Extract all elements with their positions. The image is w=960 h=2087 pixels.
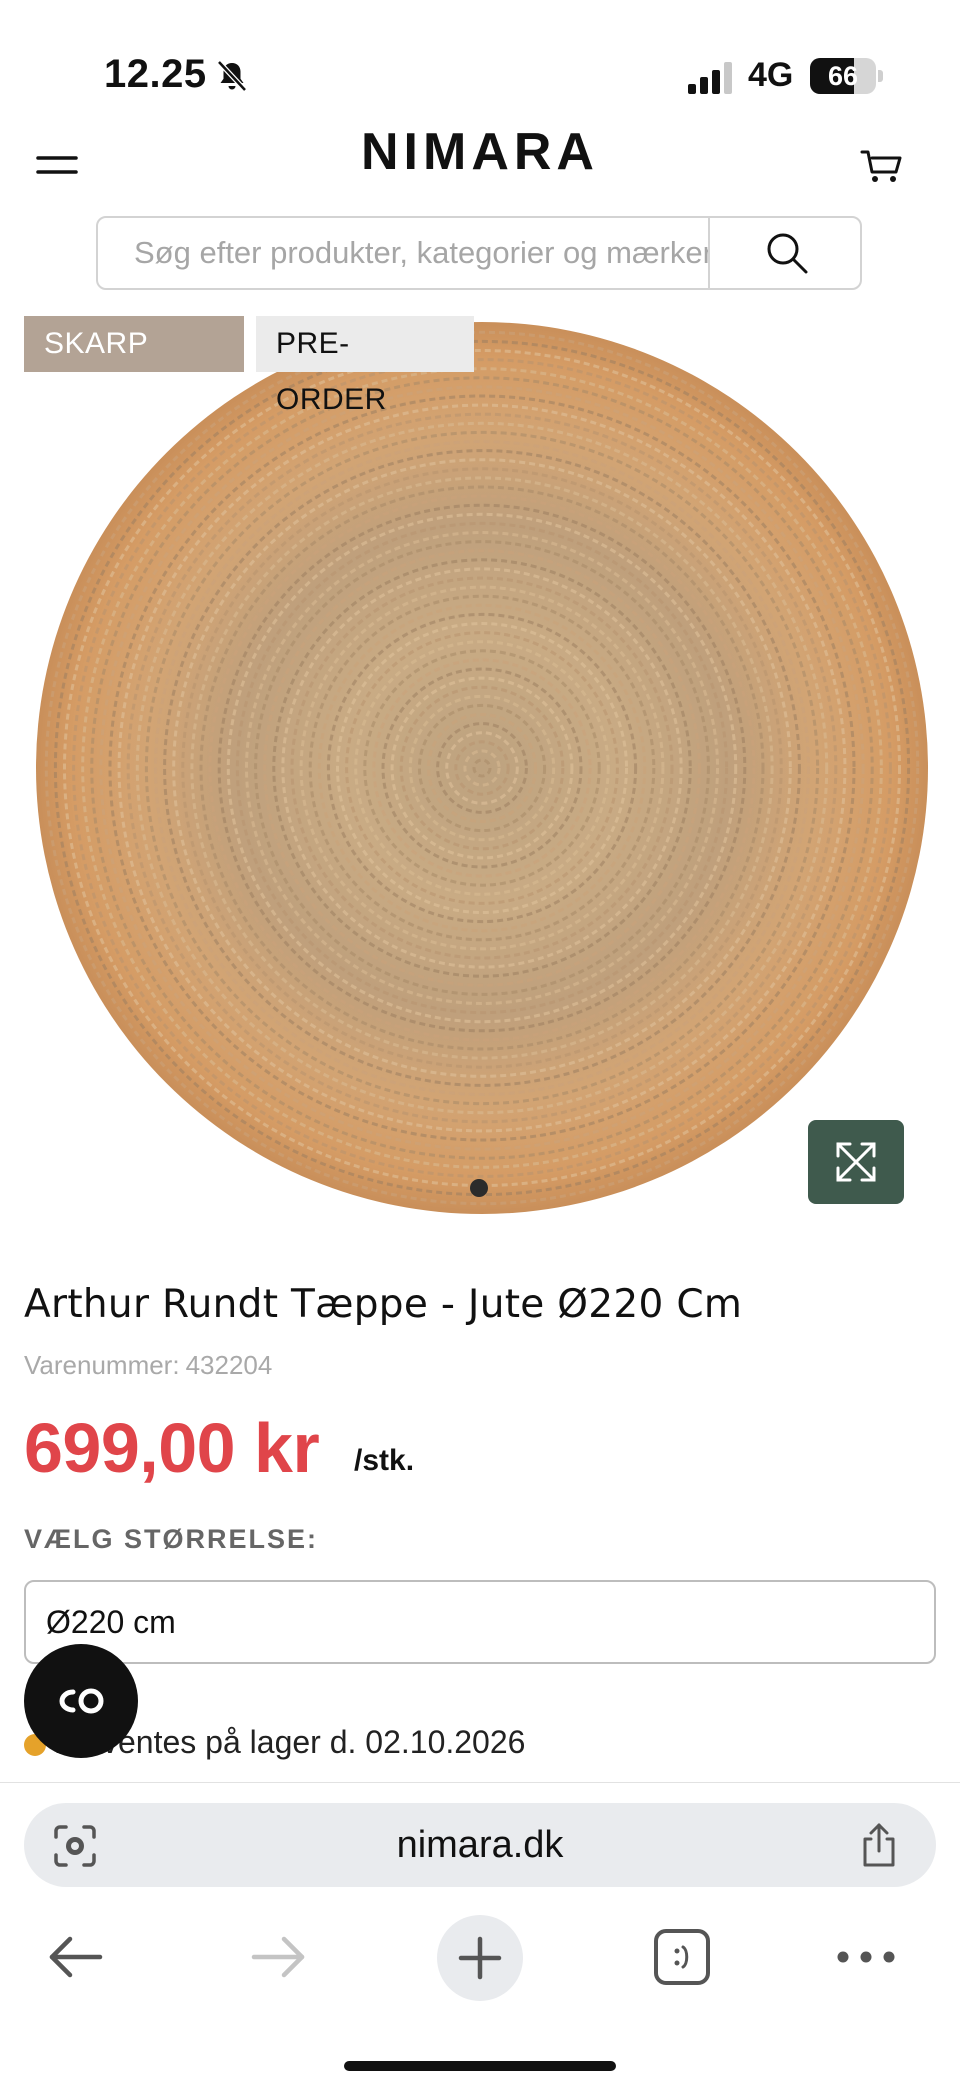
expand-icon bbox=[836, 1142, 876, 1182]
product-image-carousel[interactable] bbox=[0, 310, 960, 1230]
plus-icon bbox=[458, 1936, 502, 1980]
status-bar: 12.25 4G 66 bbox=[0, 0, 960, 120]
size-select[interactable]: Ø220 cm bbox=[24, 1580, 936, 1664]
product-image bbox=[36, 322, 928, 1214]
signal-icon bbox=[688, 62, 732, 94]
expand-image-button[interactable] bbox=[808, 1120, 904, 1204]
sharp-price-badge: SKARP PRIS bbox=[24, 316, 244, 416]
product-title: Arthur Rundt Tæppe - Jute Ø220 Cm bbox=[24, 1282, 743, 1327]
search-icon bbox=[767, 233, 808, 274]
battery-icon: 66 bbox=[810, 58, 876, 94]
status-time: 12.25 bbox=[104, 52, 207, 96]
sku-number: 432204 bbox=[185, 1350, 273, 1380]
battery-level: 66 bbox=[827, 61, 859, 91]
size-label: VÆLG STØRRELSE: bbox=[24, 1524, 319, 1554]
more-dots-icon bbox=[837, 1951, 895, 1963]
product-price: 699,00 kr bbox=[24, 1409, 320, 1487]
browser-toolbar: nimara.dk bbox=[0, 1782, 960, 2087]
carousel-dot-active[interactable] bbox=[470, 1179, 488, 1197]
logo-text: NIMARA bbox=[361, 132, 599, 180]
tabs-button[interactable] bbox=[632, 1907, 732, 2007]
chat-logo-icon bbox=[59, 1688, 104, 1714]
sku: Varenummer: 432204 bbox=[24, 1350, 272, 1381]
cart-icon[interactable] bbox=[860, 142, 904, 186]
battery-tip bbox=[878, 70, 883, 82]
forward-arrow-icon bbox=[251, 1936, 305, 1978]
new-tab-button[interactable] bbox=[437, 1915, 523, 2001]
search-button[interactable] bbox=[708, 218, 860, 288]
back-arrow-icon bbox=[49, 1936, 103, 1978]
more-button[interactable] bbox=[816, 1907, 916, 2007]
search-input[interactable] bbox=[98, 218, 708, 288]
home-indicator bbox=[344, 2061, 616, 2071]
address-bar[interactable]: nimara.dk bbox=[24, 1803, 936, 1887]
share-icon[interactable] bbox=[856, 1821, 902, 1869]
forward-button[interactable] bbox=[228, 1907, 328, 2007]
search-bar bbox=[96, 216, 862, 290]
site-header: NIMARA bbox=[0, 120, 960, 210]
chat-button[interactable] bbox=[24, 1644, 138, 1758]
url-text: nimara.dk bbox=[396, 1824, 564, 1866]
pre-order-badge: PRE-ORDER bbox=[256, 316, 474, 416]
browser-nav-row bbox=[0, 1907, 960, 2017]
tabs-icon bbox=[654, 1929, 710, 1985]
back-button[interactable] bbox=[26, 1907, 126, 2007]
sku-label: Varenummer: bbox=[24, 1350, 180, 1380]
price-unit: /stk. bbox=[354, 1444, 415, 1477]
site-logo[interactable]: NIMARA bbox=[0, 132, 960, 180]
network-label: 4G bbox=[748, 56, 794, 94]
bell-muted-icon bbox=[217, 60, 247, 92]
